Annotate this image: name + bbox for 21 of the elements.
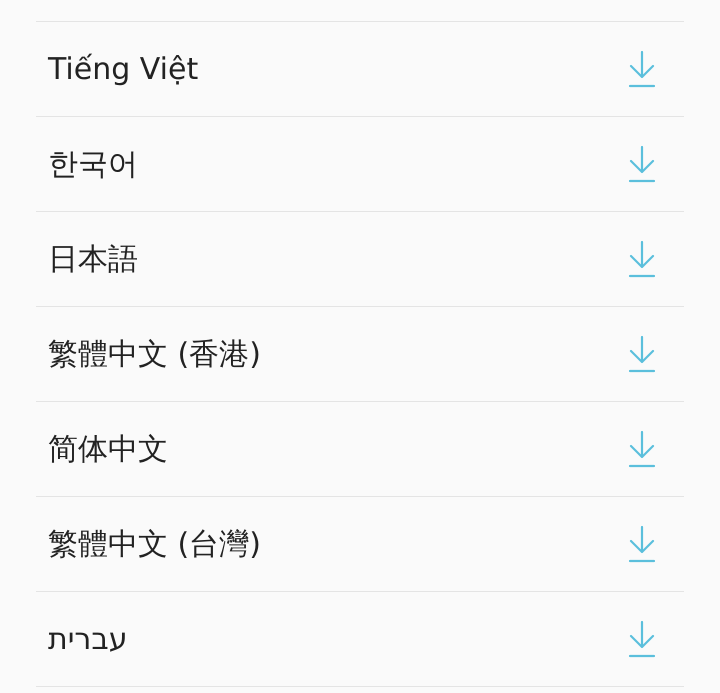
- language-item[interactable]: 한국어: [36, 117, 684, 212]
- language-name: 日本語: [48, 240, 138, 278]
- language-item[interactable]: 日本語: [36, 212, 684, 307]
- download-icon[interactable]: [628, 240, 656, 278]
- language-item[interactable]: 繁體中文 (香港): [36, 307, 684, 402]
- download-icon[interactable]: [628, 50, 656, 88]
- download-icon[interactable]: [628, 145, 656, 183]
- download-icon[interactable]: [628, 620, 656, 658]
- language-name: 简体中文: [48, 430, 168, 468]
- download-icon[interactable]: [628, 335, 656, 373]
- language-name: 繁體中文 (台灣): [48, 526, 261, 564]
- language-item[interactable]: עברית: [36, 592, 684, 687]
- download-icon[interactable]: [628, 525, 656, 563]
- language-name: 한국어: [48, 146, 138, 184]
- language-name: 繁體中文 (香港): [48, 336, 261, 374]
- language-item[interactable]: Tiếng Việt: [36, 22, 684, 117]
- language-name: Tiếng Việt: [48, 52, 198, 86]
- language-item[interactable]: 繁體中文 (台灣): [36, 497, 684, 592]
- language-item[interactable]: 简体中文: [36, 402, 684, 497]
- download-icon[interactable]: [628, 430, 656, 468]
- language-name: עברית: [48, 622, 128, 656]
